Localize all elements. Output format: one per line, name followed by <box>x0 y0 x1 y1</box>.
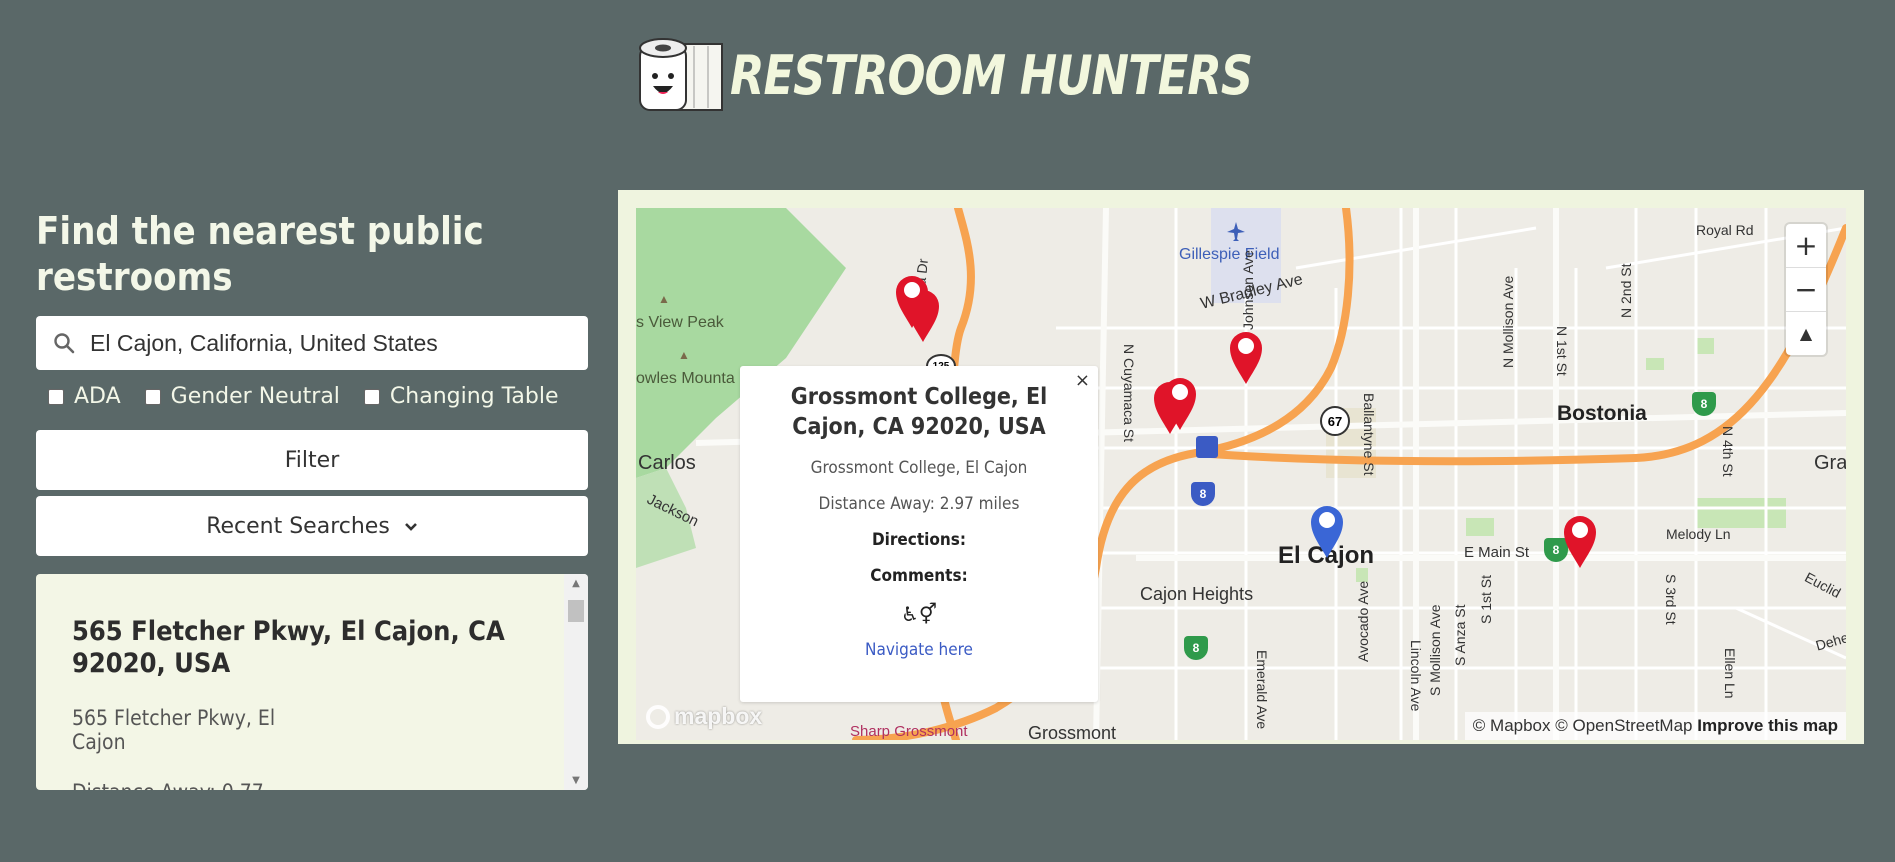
map-label-cuyamaca: N Cuyamaca St <box>1121 344 1137 443</box>
filter-button-label: Filter <box>284 447 340 473</box>
popup-distance: Distance Away: 2.97 miles <box>818 494 1020 514</box>
map-label-cajon-heights: Cajon Heights <box>1140 584 1254 604</box>
zoom-out-button[interactable]: − <box>1786 268 1826 312</box>
search-input[interactable] <box>88 328 572 358</box>
map-label-carlos: Carlos <box>638 452 696 474</box>
peak-icon: ▲ <box>678 348 690 362</box>
search-box[interactable] <box>36 316 588 370</box>
chevron-down-icon <box>404 517 418 536</box>
ada-checkbox[interactable] <box>48 388 64 405</box>
toilet-paper-logo-icon <box>639 38 723 111</box>
map-label-emerald: Emerald Ave <box>1254 650 1270 730</box>
popup-title: Grossmont College, El Cajon, CA 92020, U… <box>790 384 1048 440</box>
map-label-lincoln: Lincoln Ave <box>1408 640 1424 712</box>
filter-changing-table[interactable]: Changing Table <box>363 384 559 409</box>
business-8-label-b: 8 <box>1552 543 1560 557</box>
results-list[interactable]: 565 Fletcher Pkwy, El Cajon, CA 92020, U… <box>36 574 588 790</box>
map-label-melody: Melody Ln <box>1666 526 1731 542</box>
scroll-up-icon[interactable]: ▲ <box>564 578 588 589</box>
map-label-avocado: Avocado Ave <box>1355 580 1371 662</box>
filter-gender-neutral[interactable]: Gender Neutral <box>144 384 340 409</box>
business-8-label-a: 8 <box>1700 397 1708 411</box>
route-67-shield-icon: 67 <box>1320 406 1350 436</box>
navigate-link[interactable]: Navigate here <box>740 640 1098 660</box>
map-attribution: © Mapbox © OpenStreetMap Improve this ma… <box>1464 712 1846 740</box>
current-location-marker-icon[interactable] <box>1307 500 1347 560</box>
result-address: 565 Fletcher Pkwy, El Cajon <box>72 706 276 754</box>
map-label-1st: N 1st St <box>1554 326 1570 376</box>
filter-button[interactable]: Filter <box>36 430 588 490</box>
attribution-text[interactable]: © Mapbox © OpenStreetMap <box>1473 716 1693 735</box>
location-popup: × Grossmont College, El Cajon, CA 92020,… <box>740 366 1098 702</box>
business-8-shield-icon: 8 <box>1692 392 1716 416</box>
improve-map-link[interactable]: Improve this map <box>1697 716 1838 735</box>
result-card[interactable]: 565 Fletcher Pkwy, El Cajon, CA 92020, U… <box>72 616 512 790</box>
mapbox-logo-icon <box>646 704 670 729</box>
map-label-emain: E Main St <box>1464 544 1530 561</box>
compass-icon: ▲ <box>1799 324 1813 343</box>
transit-station-icon <box>1196 436 1218 458</box>
restroom-marker-icon[interactable] <box>1560 510 1600 570</box>
brand-title: RESTROOM HUNTERS <box>730 43 1253 107</box>
compass-button[interactable]: ▲ <box>1786 312 1826 355</box>
popup-comments-label: Comments: <box>870 566 968 586</box>
close-icon[interactable]: × <box>1075 370 1090 391</box>
scroll-down-icon[interactable]: ▼ <box>564 775 588 786</box>
business-8-label-c: 8 <box>1192 641 1200 655</box>
scrollbar-thumb[interactable] <box>568 600 584 622</box>
filter-changing-table-label: Changing Table <box>389 384 559 409</box>
map-label-sanza: S Anza St <box>1452 604 1468 666</box>
map-label-gillespie: Gillespie Field <box>1179 246 1280 263</box>
map[interactable]: Gillespie Field W Bradley Ave N Cuyamaca… <box>636 208 1846 740</box>
map-label-s3rd: S 3rd St <box>1663 574 1679 625</box>
zoom-controls: + − ▲ <box>1786 224 1826 355</box>
route-67-label: 67 <box>1327 413 1343 429</box>
result-distance: Distance Away: 0.77 <box>72 780 512 790</box>
map-label-gran: Gran <box>1814 452 1846 474</box>
map-label-mollison: N Mollison Ave <box>1500 275 1516 368</box>
map-label-fowles: owles Mounta <box>636 370 735 387</box>
accessibility-gender-neutral-icon: ♿⚥ <box>901 602 937 626</box>
recent-searches-label: Recent Searches <box>206 513 390 539</box>
airport-icon <box>1227 222 1245 241</box>
results-scrollbar[interactable]: ▲ ▼ <box>564 574 588 790</box>
result-title: 565 Fletcher Pkwy, El Cajon, CA 92020, U… <box>72 616 505 679</box>
map-label-view-peak: s View Peak <box>636 314 724 331</box>
map-label-royal: Royal Rd <box>1696 222 1754 238</box>
search-icon <box>50 329 78 357</box>
restroom-marker-icon[interactable] <box>1160 372 1200 432</box>
restroom-marker-icon[interactable] <box>892 270 932 330</box>
filter-ada-label: ADA <box>74 384 121 409</box>
map-label-sharp: Sharp Grossmont <box>850 723 968 740</box>
brand: RESTROOM HUNTERS <box>636 34 1298 116</box>
zoom-in-button[interactable]: + <box>1786 224 1826 268</box>
map-label-2nd: N 2nd St <box>1618 263 1634 318</box>
map-label-bostonia: Bostonia <box>1557 402 1647 425</box>
map-label-ellen: Ellen Ln <box>1722 648 1738 699</box>
interstate-8-shield-icon: 8 <box>1191 482 1215 506</box>
page-heading: Find the nearest public restrooms <box>36 209 484 299</box>
peak-icon: ▲ <box>658 292 670 306</box>
map-label-ballantyne: Ballantyne St <box>1361 393 1377 476</box>
gender-neutral-checkbox[interactable] <box>144 388 161 405</box>
popup-directions-label: Directions: <box>871 530 967 550</box>
recent-searches-button[interactable]: Recent Searches <box>36 496 588 556</box>
business-8-shield-icon: 8 <box>1184 636 1208 660</box>
interstate-8-label-a: 8 <box>1199 487 1207 501</box>
filter-ada[interactable]: ADA <box>48 384 121 409</box>
filter-gender-neutral-label: Gender Neutral <box>170 384 340 409</box>
map-label-s1st: S 1st St <box>1478 574 1494 624</box>
map-label-grossmont: Grossmont <box>1028 723 1117 740</box>
mapbox-logo[interactable]: mapbox <box>646 703 762 730</box>
mapbox-logo-text: mapbox <box>674 703 763 729</box>
restroom-marker-icon[interactable] <box>1226 326 1266 386</box>
popup-subtitle: Grossmont College, El Cajon <box>810 458 1028 478</box>
map-label-smollison: S Mollison Ave <box>1427 604 1443 696</box>
changing-table-checkbox[interactable] <box>363 388 380 405</box>
filter-options: ADA Gender Neutral Changing Table <box>48 384 583 409</box>
map-label-4th: N 4th St <box>1720 426 1736 477</box>
